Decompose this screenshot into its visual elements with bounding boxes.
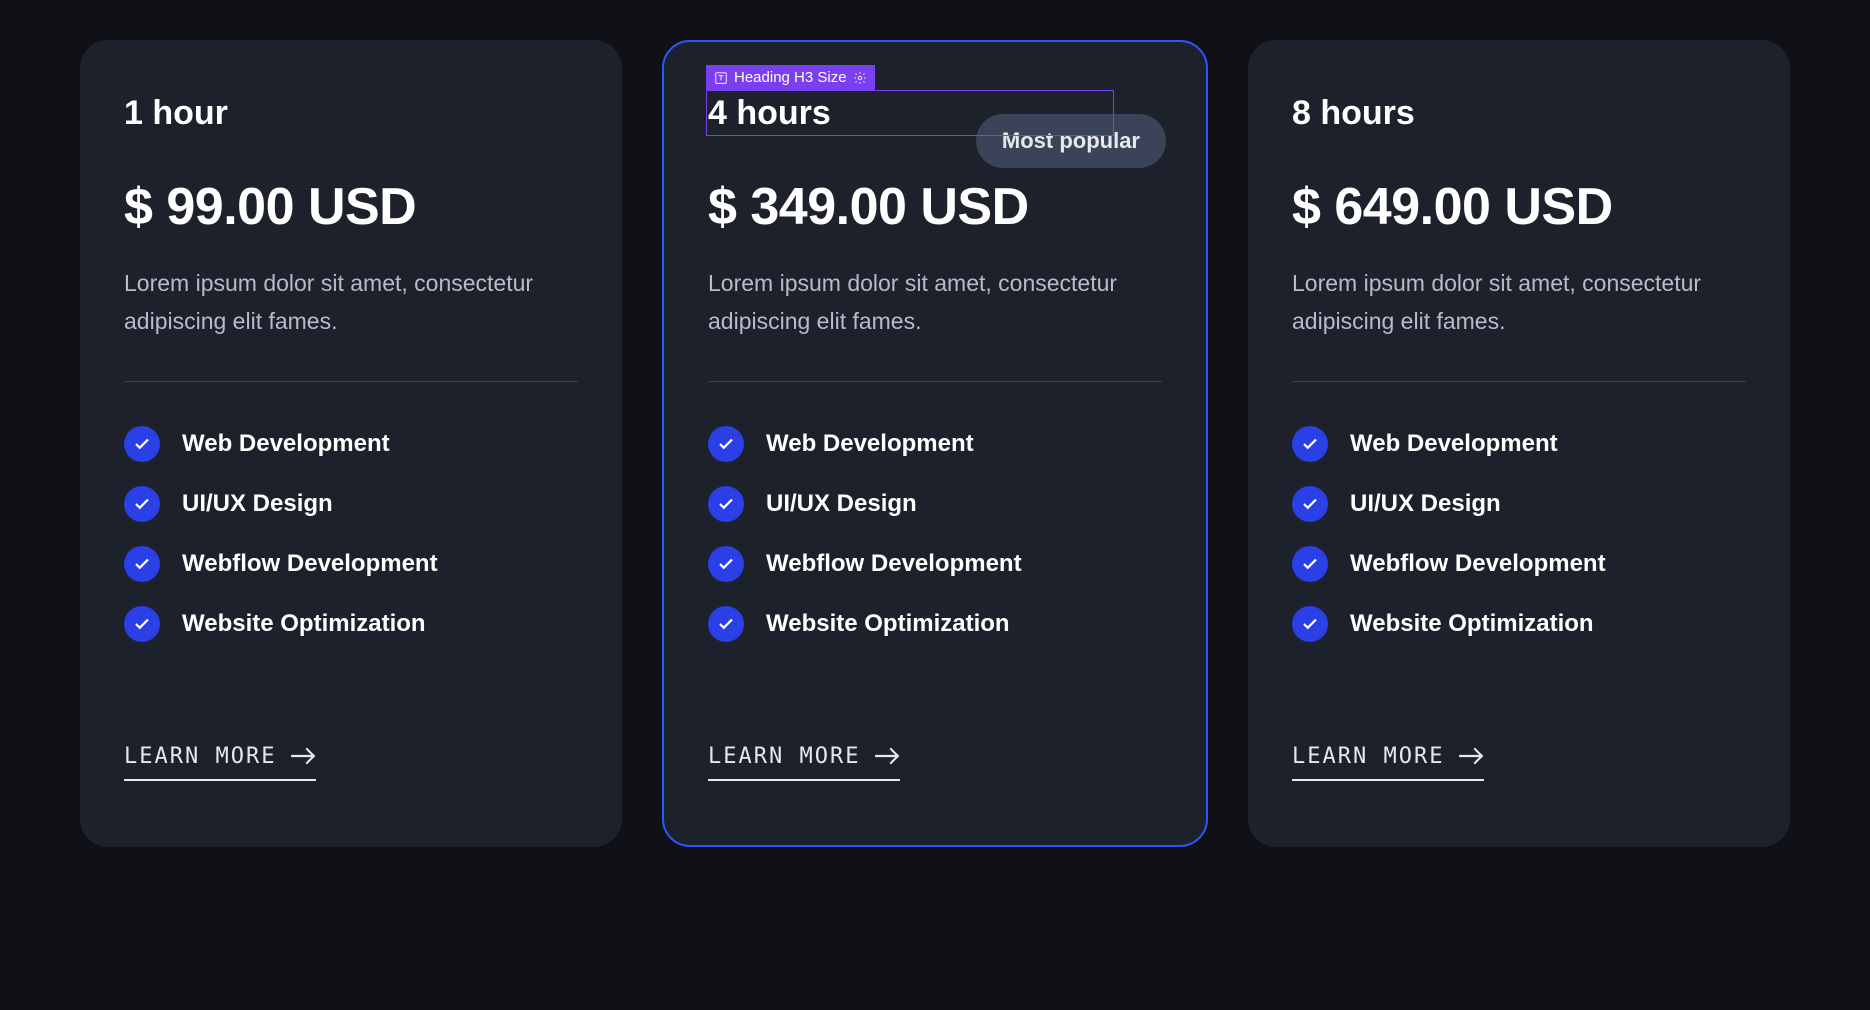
check-icon — [124, 486, 160, 522]
learn-more-link[interactable]: LEARN MORE — [1292, 744, 1484, 781]
feature-item: UI/UX Design — [124, 486, 578, 522]
check-icon — [1292, 486, 1328, 522]
check-icon — [124, 606, 160, 642]
feature-item: Web Development — [1292, 426, 1746, 462]
pricing-card-1hour: 1 hour $ 99.00 USD Lorem ipsum dolor sit… — [80, 40, 622, 847]
feature-item: Web Development — [708, 426, 1162, 462]
pricing-grid: 1 hour $ 99.00 USD Lorem ipsum dolor sit… — [80, 40, 1790, 847]
feature-label: Web Development — [1350, 430, 1558, 458]
check-icon — [1292, 426, 1328, 462]
feature-label: Webflow Development — [182, 550, 438, 578]
feature-label: UI/UX Design — [182, 490, 333, 518]
learn-more-label: LEARN MORE — [124, 744, 276, 769]
feature-item: Website Optimization — [124, 606, 578, 642]
learn-more-link[interactable]: LEARN MORE — [708, 744, 900, 781]
divider — [124, 381, 578, 382]
feature-label: Webflow Development — [766, 550, 1022, 578]
check-icon — [708, 546, 744, 582]
feature-label: UI/UX Design — [1350, 490, 1501, 518]
plan-price: $ 349.00 USD — [708, 177, 1162, 237]
plan-price: $ 649.00 USD — [1292, 177, 1746, 237]
feature-label: Web Development — [766, 430, 974, 458]
feature-list: Web Development UI/UX Design Webflow Dev… — [124, 426, 578, 642]
feature-item: Web Development — [124, 426, 578, 462]
arrow-right-icon — [290, 746, 316, 766]
check-icon — [124, 426, 160, 462]
feature-item: Webflow Development — [124, 546, 578, 582]
plan-description: Lorem ipsum dolor sit amet, consectetur … — [708, 265, 1162, 341]
text-element-icon — [714, 71, 728, 85]
feature-item: Website Optimization — [708, 606, 1162, 642]
learn-more-label: LEARN MORE — [708, 744, 860, 769]
plan-price: $ 99.00 USD — [124, 177, 578, 237]
feature-item: Webflow Development — [1292, 546, 1746, 582]
feature-label: Website Optimization — [182, 610, 426, 638]
pricing-card-8hours: 8 hours $ 649.00 USD Lorem ipsum dolor s… — [1248, 40, 1790, 847]
arrow-right-icon — [874, 746, 900, 766]
feature-list: Web Development UI/UX Design Webflow Dev… — [708, 426, 1162, 642]
feature-label: Website Optimization — [766, 610, 1010, 638]
plan-description: Lorem ipsum dolor sit amet, consectetur … — [1292, 265, 1746, 341]
plan-description: Lorem ipsum dolor sit amet, consectetur … — [124, 265, 578, 341]
check-icon — [1292, 546, 1328, 582]
feature-label: UI/UX Design — [766, 490, 917, 518]
divider — [708, 381, 1162, 382]
learn-more-label: LEARN MORE — [1292, 744, 1444, 769]
check-icon — [708, 606, 744, 642]
arrow-right-icon — [1458, 746, 1484, 766]
feature-list: Web Development UI/UX Design Webflow Dev… — [1292, 426, 1746, 642]
check-icon — [708, 486, 744, 522]
check-icon — [1292, 606, 1328, 642]
gear-icon[interactable] — [853, 71, 867, 85]
editor-selection-tag[interactable]: Heading H3 Size — [706, 65, 875, 90]
feature-label: Web Development — [182, 430, 390, 458]
plan-title: 1 hour — [124, 94, 578, 133]
learn-more-link[interactable]: LEARN MORE — [124, 744, 316, 781]
feature-label: Website Optimization — [1350, 610, 1594, 638]
feature-item: Website Optimization — [1292, 606, 1746, 642]
feature-item: UI/UX Design — [1292, 486, 1746, 522]
check-icon — [124, 546, 160, 582]
editor-selection-label: Heading H3 Size — [734, 69, 847, 86]
feature-item: UI/UX Design — [708, 486, 1162, 522]
check-icon — [708, 426, 744, 462]
feature-label: Webflow Development — [1350, 550, 1606, 578]
plan-title[interactable]: 4 hours — [708, 94, 1162, 133]
pricing-card-4hours: Most popular 4 hours Heading H3 Size $ 3… — [662, 40, 1208, 847]
divider — [1292, 381, 1746, 382]
feature-item: Webflow Development — [708, 546, 1162, 582]
plan-title: 8 hours — [1292, 94, 1746, 133]
